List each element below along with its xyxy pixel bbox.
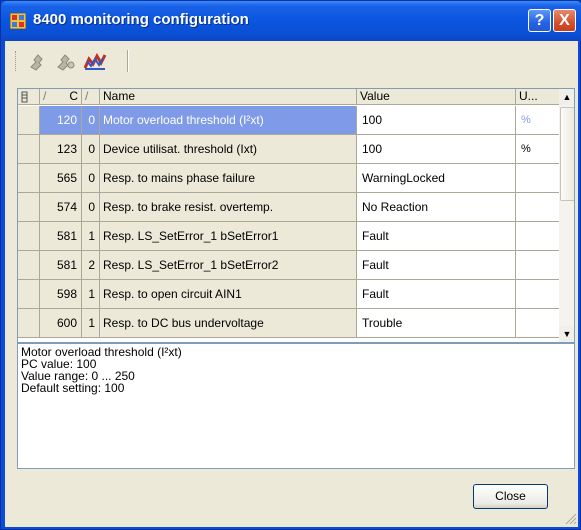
- header-row-selector[interactable]: [18, 89, 40, 105]
- table-row[interactable]: 120 0 Motor overload threshold (I²xt) 100%: [18, 106, 559, 135]
- row-selector[interactable]: [18, 164, 40, 192]
- name-cell: Resp. to brake resist. overtemp.: [100, 193, 357, 221]
- header-value[interactable]: Value: [357, 89, 516, 105]
- help-icon: ?: [534, 12, 545, 29]
- grid-vertical-scrollbar[interactable]: ▲ ▼: [559, 89, 574, 342]
- name-cell: Resp. to mains phase failure: [100, 164, 357, 192]
- value-cell[interactable]: No Reaction: [357, 193, 516, 221]
- name-cell: Motor overload threshold (I²xt): [100, 106, 357, 134]
- help-button[interactable]: ?: [528, 9, 551, 32]
- table-row[interactable]: 581 1 Resp. LS_SetError_1 bSetError1 Fault: [18, 222, 559, 251]
- code-cell: 574: [40, 193, 82, 221]
- value-cell[interactable]: Fault: [357, 280, 516, 308]
- window-close-button[interactable]: X: [553, 9, 576, 32]
- value-cell[interactable]: Fault: [357, 251, 516, 279]
- code-cell: 123: [40, 135, 82, 163]
- table-row[interactable]: 600 1 Resp. to DC bus undervoltage Trouble: [18, 309, 559, 338]
- table-row[interactable]: 598 1 Resp. to open circuit AIN1 Fault: [18, 280, 559, 309]
- code-cell: 581: [40, 222, 82, 250]
- row-selector[interactable]: [18, 193, 40, 221]
- grid-header: / C / Name Value U...: [18, 89, 559, 105]
- name-cell: Device utilisat. threshold (Ixt): [100, 135, 357, 163]
- chevron-down-icon: ▼: [562, 329, 572, 339]
- code-cell: 581: [40, 251, 82, 279]
- subcode-cell: 1: [82, 309, 100, 337]
- title-bar[interactable]: 8400 monitoring configuration ? X: [1, 1, 581, 41]
- table-row[interactable]: 574 0 Resp. to brake resist. overtemp. No R…: [18, 193, 559, 222]
- row-selector[interactable]: [18, 309, 40, 337]
- subcode-cell: 0: [82, 193, 100, 221]
- header-name[interactable]: Name: [100, 89, 357, 105]
- description-panel: Motor overload threshold (I²xt) PC value…: [17, 343, 575, 469]
- name-cell: Resp. to DC bus undervoltage: [100, 309, 357, 337]
- header-code-label: C: [69, 89, 78, 103]
- subcode-cell: 0: [82, 135, 100, 163]
- table-row[interactable]: 565 0 Resp. to mains phase failure WarningL…: [18, 164, 559, 193]
- header-unit[interactable]: U...: [516, 89, 559, 105]
- description-line: Motor overload threshold (I²xt): [21, 345, 182, 359]
- code-cell: 120: [40, 106, 82, 134]
- value-cell[interactable]: Trouble: [357, 309, 516, 337]
- description-line: Default setting: 100: [21, 381, 125, 395]
- pin-icon[interactable]: [27, 51, 49, 71]
- toolbar-separator: [127, 50, 129, 72]
- unit-cell: [516, 222, 559, 250]
- pin-edit-icon[interactable]: [55, 51, 77, 71]
- value-cell[interactable]: 100: [357, 135, 516, 163]
- close-button-label: Close: [495, 489, 526, 503]
- value-cell[interactable]: Fault: [357, 222, 516, 250]
- row-selector[interactable]: [18, 222, 40, 250]
- unit-cell: [516, 193, 559, 221]
- unit-cell: %: [516, 135, 559, 163]
- scrollbar-thumb[interactable]: [560, 107, 574, 201]
- name-cell: Resp. to open circuit AIN1: [100, 280, 357, 308]
- header-subcode[interactable]: /: [82, 89, 100, 105]
- close-icon: X: [559, 12, 570, 29]
- toolbar-grip[interactable]: [15, 51, 18, 71]
- subcode-cell: 1: [82, 280, 100, 308]
- table-row[interactable]: 123 0 Device utilisat. threshold (Ixt) 100%: [18, 135, 559, 164]
- app-icon: [9, 12, 27, 30]
- subcode-cell: 0: [82, 106, 100, 134]
- unit-cell: [516, 251, 559, 279]
- dialog-window: 8400 monitoring configuration ? X / C / …: [0, 0, 581, 530]
- parameter-grid[interactable]: / C / Name Value U... 120 0 Motor overload …: [17, 88, 575, 343]
- row-selector[interactable]: [18, 251, 40, 279]
- value-cell[interactable]: WarningLocked: [357, 164, 516, 192]
- close-button[interactable]: Close: [473, 484, 548, 509]
- window-title: 8400 monitoring configuration: [33, 11, 249, 28]
- header-unit-label: U...: [519, 89, 538, 103]
- header-code[interactable]: / C: [40, 89, 82, 105]
- code-cell: 565: [40, 164, 82, 192]
- unit-cell: [516, 280, 559, 308]
- code-cell: 600: [40, 309, 82, 337]
- name-cell: Resp. LS_SetError_1 bSetError2: [100, 251, 357, 279]
- scroll-down-button[interactable]: ▼: [559, 326, 574, 342]
- sort-indicator-subcode: /: [85, 89, 89, 103]
- chevron-up-icon: ▲: [562, 92, 572, 102]
- unit-cell: %: [516, 106, 559, 134]
- sort-indicator-code: /: [43, 89, 47, 103]
- row-selector[interactable]: [18, 280, 40, 308]
- unit-cell: [516, 309, 559, 337]
- subcode-cell: 1: [82, 222, 100, 250]
- header-name-label: Name: [103, 89, 136, 103]
- dialog-client-area: / C / Name Value U... 120 0 Motor overload …: [5, 41, 578, 527]
- value-cell[interactable]: 100: [357, 106, 516, 134]
- toolbar: [5, 41, 578, 81]
- monitor-config-icon[interactable]: [83, 51, 107, 71]
- resize-grip-icon[interactable]: [563, 511, 577, 525]
- row-selector[interactable]: [18, 135, 40, 163]
- header-value-label: Value: [360, 89, 390, 103]
- name-cell: Resp. LS_SetError_1 bSetError1: [100, 222, 357, 250]
- scroll-up-button[interactable]: ▲: [559, 89, 574, 105]
- subcode-cell: 0: [82, 164, 100, 192]
- unit-cell: [516, 164, 559, 192]
- row-selector[interactable]: [18, 106, 40, 134]
- table-row[interactable]: 581 2 Resp. LS_SetError_1 bSetError2 Fault: [18, 251, 559, 280]
- subcode-cell: 2: [82, 251, 100, 279]
- code-cell: 598: [40, 280, 82, 308]
